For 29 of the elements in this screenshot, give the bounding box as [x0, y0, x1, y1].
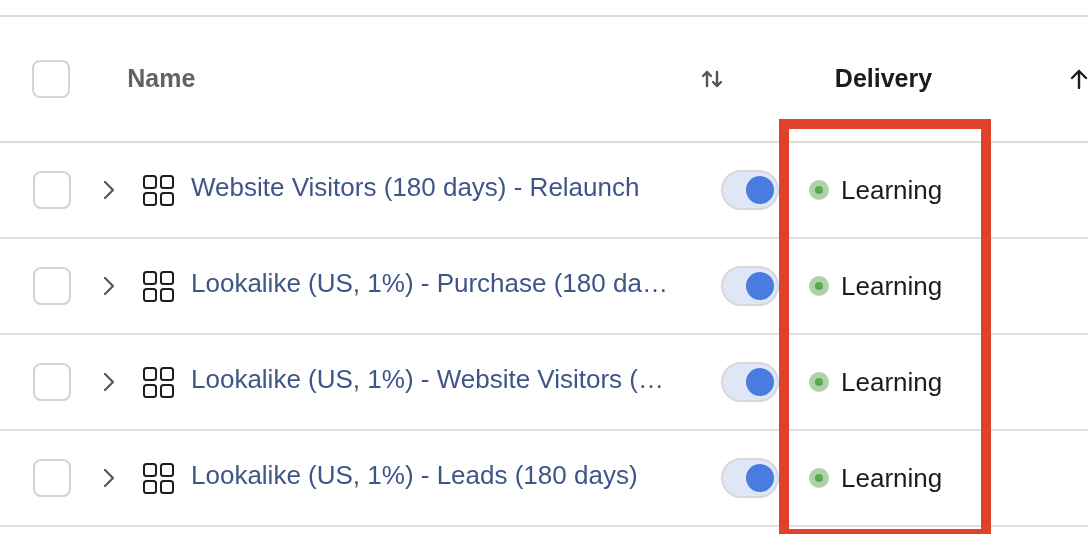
delivery-status: Learning	[841, 269, 943, 303]
toggle-switch[interactable]	[721, 362, 779, 402]
checkbox[interactable]	[33, 171, 71, 209]
ad-set-link[interactable]: Website Visitors (180 days) - Relaunch	[191, 168, 640, 207]
grid-icon	[143, 174, 174, 206]
chevron-right-icon[interactable]	[101, 467, 117, 489]
arrow-up-icon[interactable]	[1070, 69, 1088, 89]
checkbox[interactable]	[33, 363, 71, 401]
chevron-right-icon[interactable]	[101, 275, 117, 297]
checkbox[interactable]	[33, 267, 71, 305]
toggle-switch[interactable]	[721, 170, 779, 210]
column-header: Name	[127, 63, 196, 95]
chevron-right-icon[interactable]	[101, 179, 117, 201]
toggle-switch[interactable]	[721, 458, 779, 498]
column-header: Delivery	[834, 63, 933, 95]
chevron-right-icon[interactable]	[101, 371, 117, 393]
sort-icon[interactable]	[700, 70, 723, 88]
ad-set-link[interactable]: Lookalike (US, 1%) - Website Visitors (…	[191, 360, 664, 399]
ad-set-link[interactable]: Lookalike (US, 1%) - Leads (180 days)	[191, 456, 638, 495]
toggle-switch[interactable]	[721, 266, 779, 306]
ad-set-link[interactable]: Lookalike (US, 1%) - Purchase (180 da…	[191, 264, 668, 303]
grid-icon	[143, 366, 174, 398]
grid-icon	[143, 270, 174, 302]
delivery-status: Learning	[841, 461, 943, 495]
grid-icon	[143, 462, 174, 494]
checkbox[interactable]	[32, 60, 71, 98]
delivery-status: Learning	[841, 173, 943, 207]
delivery-status: Learning	[841, 365, 943, 399]
checkbox[interactable]	[33, 459, 71, 497]
